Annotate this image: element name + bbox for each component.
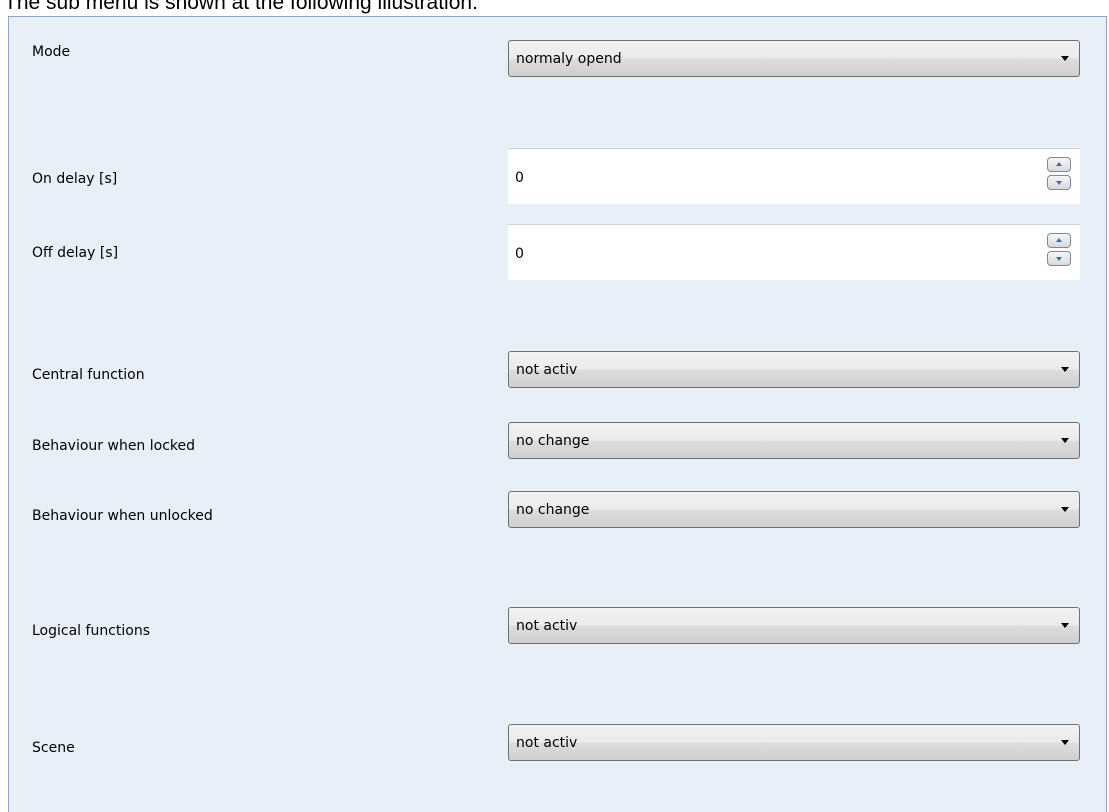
arrow-down-icon bbox=[1056, 181, 1062, 185]
chevron-down-icon bbox=[1061, 56, 1069, 61]
arrow-down-icon bbox=[1056, 257, 1062, 261]
mode-dropdown[interactable]: normaly opend bbox=[508, 40, 1080, 77]
on-delay-label: On delay [s] bbox=[32, 171, 118, 187]
scene-label: Scene bbox=[32, 740, 75, 756]
chevron-down-icon bbox=[1061, 623, 1069, 628]
behaviour-unlocked-value: no change bbox=[516, 502, 590, 518]
off-delay-label: Off delay [s] bbox=[32, 245, 119, 261]
scene-dropdown[interactable]: not activ bbox=[508, 724, 1080, 761]
logical-functions-dropdown[interactable]: not activ bbox=[508, 607, 1080, 644]
behaviour-locked-label: Behaviour when locked bbox=[32, 438, 196, 454]
chevron-down-icon bbox=[1061, 438, 1069, 443]
on-delay-increment-button[interactable] bbox=[1047, 157, 1071, 172]
off-delay-spinbox[interactable]: 0 bbox=[508, 224, 1080, 280]
off-delay-value: 0 bbox=[515, 246, 524, 262]
arrow-up-icon bbox=[1056, 162, 1062, 166]
logical-functions-value: not activ bbox=[516, 618, 578, 634]
central-function-dropdown[interactable]: not activ bbox=[508, 351, 1080, 388]
logical-functions-label: Logical functions bbox=[32, 623, 150, 639]
chevron-down-icon bbox=[1061, 367, 1069, 372]
scene-value: not activ bbox=[516, 735, 578, 751]
chevron-down-icon bbox=[1061, 507, 1069, 512]
on-delay-decrement-button[interactable] bbox=[1047, 175, 1071, 190]
central-function-label: Central function bbox=[32, 367, 145, 383]
off-delay-decrement-button[interactable] bbox=[1047, 251, 1071, 266]
mode-label: Mode bbox=[32, 44, 71, 60]
behaviour-unlocked-dropdown[interactable]: no change bbox=[508, 491, 1080, 528]
off-delay-increment-button[interactable] bbox=[1047, 233, 1071, 248]
chevron-down-icon bbox=[1061, 740, 1069, 745]
on-delay-spinbox[interactable]: 0 bbox=[508, 148, 1080, 204]
mode-value: normaly opend bbox=[516, 51, 622, 67]
parameter-panel: Mode normaly opend On delay [s] 0 Off de… bbox=[8, 16, 1107, 812]
arrow-up-icon bbox=[1056, 238, 1062, 242]
central-function-value: not activ bbox=[516, 362, 578, 378]
on-delay-value: 0 bbox=[515, 170, 524, 186]
illustration-caption: The sub menu is shown at the following i… bbox=[4, 0, 478, 14]
behaviour-unlocked-label: Behaviour when unlocked bbox=[32, 508, 213, 524]
behaviour-locked-dropdown[interactable]: no change bbox=[508, 422, 1080, 459]
behaviour-locked-value: no change bbox=[516, 433, 590, 449]
